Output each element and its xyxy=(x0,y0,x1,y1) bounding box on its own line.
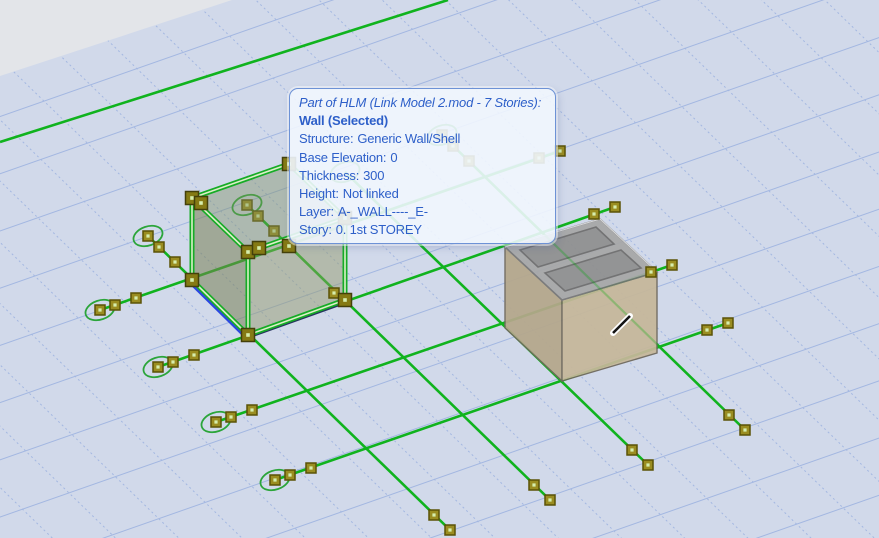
grid-marker[interactable] xyxy=(589,209,599,219)
tooltip-row: Height:Not linked xyxy=(299,185,546,203)
grid-marker[interactable] xyxy=(143,231,153,241)
grid-marker[interactable] xyxy=(131,293,141,303)
element-info-tooltip: Part of HLM (Link Model 2.mod - 7 Storie… xyxy=(289,88,556,244)
selection-handle[interactable] xyxy=(339,294,352,307)
grid-marker[interactable] xyxy=(306,463,316,473)
grid-marker[interactable] xyxy=(270,475,280,485)
grid-marker[interactable] xyxy=(529,480,539,490)
tooltip-row: Structure:Generic Wall/Shell xyxy=(299,130,546,148)
grid-marker[interactable] xyxy=(170,257,180,267)
grid-marker[interactable] xyxy=(610,202,620,212)
grid-marker[interactable] xyxy=(667,260,677,270)
tooltip-header: Part of HLM (Link Model 2.mod - 7 Storie… xyxy=(299,94,546,112)
grid-marker[interactable] xyxy=(723,318,733,328)
model-viewport[interactable]: Part of HLM (Link Model 2.mod - 7 Storie… xyxy=(0,0,879,538)
tooltip-selection: Wall (Selected) xyxy=(299,112,546,130)
grid-marker[interactable] xyxy=(211,417,221,427)
selection-handle[interactable] xyxy=(195,197,208,210)
grid-marker[interactable] xyxy=(285,470,295,480)
grid-marker[interactable] xyxy=(646,267,656,277)
grid-marker[interactable] xyxy=(154,242,164,252)
grid-marker[interactable] xyxy=(643,460,653,470)
tooltip-row: Layer:A-_WALL----_E- xyxy=(299,203,546,221)
grid-marker[interactable] xyxy=(95,305,105,315)
grid-marker[interactable] xyxy=(153,362,163,372)
grid-marker[interactable] xyxy=(545,495,555,505)
grid-marker[interactable] xyxy=(555,146,565,156)
grid-marker[interactable] xyxy=(247,405,257,415)
grid-marker[interactable] xyxy=(702,325,712,335)
grid-marker[interactable] xyxy=(740,425,750,435)
grid-marker[interactable] xyxy=(627,445,637,455)
tooltip-row: Thickness:300 xyxy=(299,167,546,185)
grid-marker[interactable] xyxy=(168,357,178,367)
selection-handle[interactable] xyxy=(186,274,199,287)
grid-marker[interactable] xyxy=(429,510,439,520)
tooltip-row: Base Elevation:0 xyxy=(299,149,546,167)
grid-marker[interactable] xyxy=(724,410,734,420)
tooltip-row: Story:0. 1st STOREY xyxy=(299,221,546,239)
grid-marker[interactable] xyxy=(226,412,236,422)
grid-marker[interactable] xyxy=(189,350,199,360)
grid-marker[interactable] xyxy=(329,288,339,298)
selection-handle[interactable] xyxy=(242,329,255,342)
selection-handle[interactable] xyxy=(253,242,266,255)
grid-marker[interactable] xyxy=(445,525,455,535)
grid-marker[interactable] xyxy=(110,300,120,310)
scene-canvas[interactable] xyxy=(0,0,879,538)
